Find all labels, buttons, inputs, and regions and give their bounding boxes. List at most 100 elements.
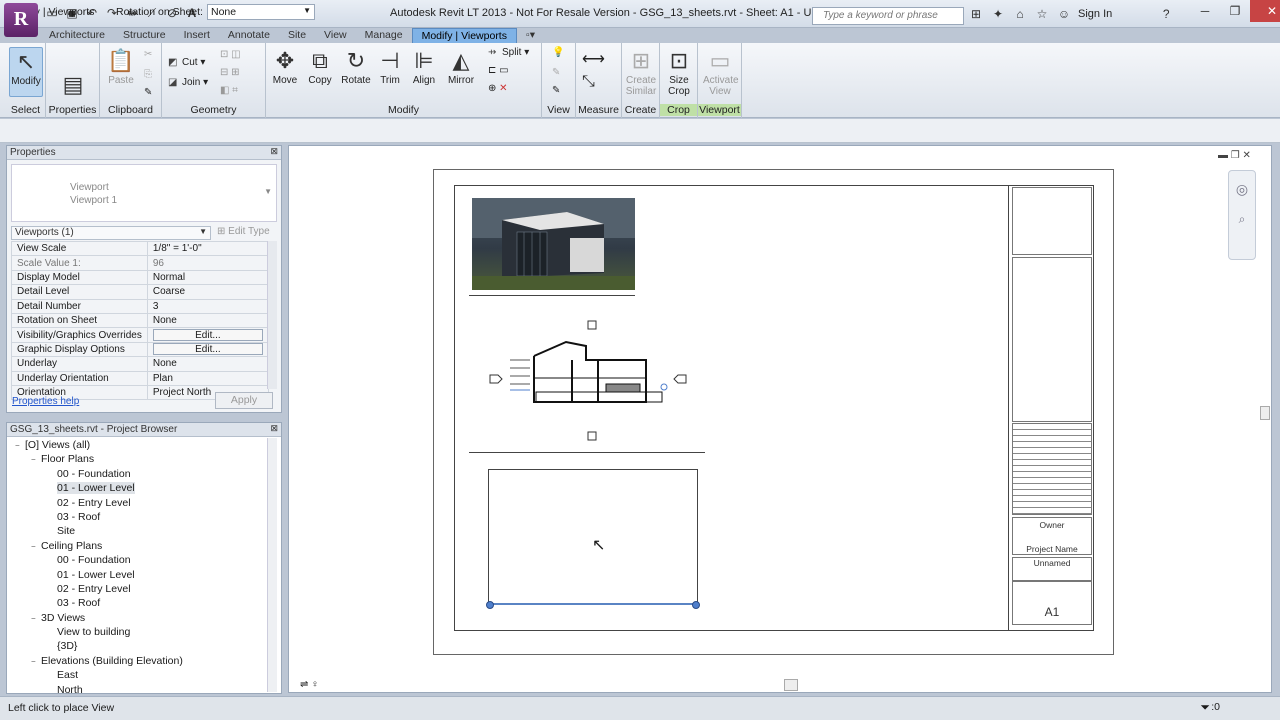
restore-icon[interactable]: ❐ <box>1220 0 1250 22</box>
tab-structure[interactable]: Structure <box>114 28 175 44</box>
instance-filter-select[interactable]: Viewports (1) ▼ <box>11 226 211 240</box>
copy-button[interactable]: ⧉ Copy <box>303 47 337 86</box>
tree-item[interactable]: Site <box>7 524 269 538</box>
paste-button[interactable]: 📋 Paste <box>104 47 138 86</box>
tree-item[interactable]: 03 - Roof <box>7 596 269 610</box>
vertical-scrollbar[interactable] <box>1258 160 1270 680</box>
properties-help-link[interactable]: Properties help <box>12 396 79 407</box>
tree-item[interactable]: −3D Views <box>7 611 269 625</box>
floor-plan-viewport[interactable] <box>486 318 692 444</box>
create-similar-button[interactable]: ⊞ Create Similar <box>624 47 658 97</box>
tab-architecture[interactable]: Architecture <box>40 28 114 44</box>
split-face-icon[interactable]: ⊟ ⊞ <box>220 67 240 78</box>
tab-manage[interactable]: Manage <box>356 28 412 44</box>
trim-button[interactable]: ⊣ Trim <box>373 47 407 86</box>
property-value[interactable]: None <box>146 312 270 329</box>
tree-item[interactable]: 01 - Lower Level <box>7 568 269 582</box>
close-icon[interactable]: ⊠ <box>270 423 278 434</box>
close-icon[interactable]: ✕ <box>1250 0 1280 22</box>
property-value[interactable]: None <box>146 356 270 372</box>
tree-item[interactable]: − Ceiling Plans <box>7 539 269 553</box>
tab-insert[interactable]: Insert <box>175 28 219 44</box>
offset-array-icon[interactable]: ⊏ ▭ <box>488 65 509 76</box>
binoculars-icon[interactable]: ⊞ <box>968 6 984 22</box>
match-type-icon[interactable]: ✎ <box>144 87 152 98</box>
split-button[interactable]: ⇸ Split ▾ <box>488 47 529 58</box>
move-button[interactable]: ✥ Move <box>268 47 302 86</box>
tree-item[interactable]: − Elevations (Building Elevation) <box>7 654 269 668</box>
tree-item[interactable]: 02 - Entry Level <box>7 582 269 596</box>
property-value[interactable]: 96 <box>146 255 270 271</box>
expand-toggle-icon[interactable]: − <box>15 439 25 453</box>
expand-toggle-icon[interactable]: − <box>31 612 41 626</box>
close-icon[interactable]: ⊠ <box>270 146 278 157</box>
property-value[interactable]: Edit... <box>146 327 270 343</box>
property-value[interactable]: Edit... <box>146 341 270 358</box>
tree-item[interactable]: 03 - Roof <box>7 510 269 524</box>
align-button[interactable]: ⊫ Align <box>407 47 441 86</box>
filter-icon[interactable]: ⏷ <box>1200 700 1210 715</box>
help-icon[interactable]: ? <box>1158 6 1174 22</box>
tree-item[interactable]: View to building <box>7 625 269 639</box>
property-value[interactable]: 3 <box>146 298 270 314</box>
browser-scrollbar[interactable] <box>267 438 277 692</box>
sign-in-link[interactable]: Sign In <box>1078 8 1112 20</box>
tab-view[interactable]: View <box>315 28 356 44</box>
properties-button[interactable]: ▤ <box>56 71 90 101</box>
scroll-thumb[interactable] <box>784 679 798 691</box>
property-value[interactable]: 1/8" = 1'-0" <box>146 240 270 257</box>
rotate-button[interactable]: ↻ Rotate <box>339 47 373 86</box>
ribbon-minimize-icon[interactable]: ▫▾ <box>517 28 544 44</box>
type-selector[interactable]: Viewport Viewport 1 ▼ <box>11 164 277 222</box>
mirror-button[interactable]: ◭ Mirror <box>444 47 478 86</box>
view-control-icon[interactable]: ⇌ ♀ <box>300 679 319 690</box>
override-icon[interactable]: ✎ <box>552 67 560 78</box>
cut-geometry-button[interactable]: ◩ Cut ▾ <box>168 57 205 68</box>
expand-toggle-icon[interactable]: − <box>31 655 41 669</box>
edit-button[interactable]: Edit... <box>152 343 263 356</box>
activate-view-button[interactable]: ▭ Activate View <box>703 47 739 97</box>
rotation-on-sheet-select[interactable]: None ▼ <box>207 4 315 20</box>
property-value[interactable]: Plan <box>146 370 270 386</box>
user-icon[interactable]: ☺ <box>1056 6 1072 22</box>
aligned-dimension-icon[interactable]: ⤡ <box>582 73 595 91</box>
tab-modify-viewports[interactable]: Modify | Viewports <box>411 28 517 44</box>
tab-site[interactable]: Site <box>279 28 315 44</box>
paint-icon[interactable]: ◧ ⌗ <box>220 85 238 96</box>
communication-icon[interactable]: ⌂ <box>1012 6 1028 22</box>
measure-distance-icon[interactable]: ⟷ <box>582 49 605 69</box>
tree-item[interactable]: 00 - Foundation <box>7 553 269 567</box>
steering-wheel-icon[interactable]: ◎ <box>1229 181 1255 198</box>
viewport-grip-right[interactable] <box>692 601 700 609</box>
modify-button[interactable]: ↖ Modify <box>9 47 43 97</box>
zoom-icon[interactable]: ⌕ <box>1229 212 1255 227</box>
tree-item[interactable]: 01 - Lower Level <box>7 481 269 495</box>
3d-view-viewport[interactable] <box>472 198 635 290</box>
copy-clip-icon[interactable]: ⎘ <box>144 69 152 80</box>
minimize-icon[interactable]: ─ <box>1190 0 1220 22</box>
property-value[interactable]: Coarse <box>146 284 270 300</box>
favorites-star-icon[interactable]: ☆ <box>1034 6 1050 22</box>
navigation-bar[interactable]: ◎ ⌕ <box>1228 170 1256 260</box>
hide-icon[interactable]: 💡 <box>552 47 564 58</box>
tree-item[interactable]: − Floor Plans <box>7 452 269 466</box>
tree-item[interactable]: 00 - Foundation <box>7 467 269 481</box>
subscription-icon[interactable]: ✦ <box>990 6 1006 22</box>
expand-toggle-icon[interactable]: − <box>31 453 41 467</box>
apply-button[interactable]: Apply <box>215 392 273 409</box>
linework-icon[interactable]: ✎ <box>552 85 560 96</box>
scroll-thumb[interactable] <box>1260 406 1270 420</box>
cut-clip-icon[interactable]: ✂ <box>144 49 152 60</box>
join-button[interactable]: ◪ Join ▾ <box>168 77 208 88</box>
tree-item[interactable]: − [O] Views (all) <box>7 438 269 452</box>
tree-item[interactable]: North <box>7 683 269 697</box>
properties-scrollbar[interactable] <box>267 241 277 389</box>
view-window-controls[interactable]: ▬ ❐ ✕ <box>1218 150 1251 161</box>
edit-button[interactable]: Edit... <box>152 329 263 342</box>
search-input[interactable]: Type a keyword or phrase <box>812 7 964 25</box>
edit-type-button[interactable]: ⊞ Edit Type <box>217 226 270 237</box>
wall-joins-icon[interactable]: ⊡ ◫ <box>220 49 241 60</box>
application-menu-button[interactable]: R <box>4 3 38 37</box>
viewport-grip-left[interactable] <box>486 601 494 609</box>
property-value[interactable]: Normal <box>146 269 270 286</box>
